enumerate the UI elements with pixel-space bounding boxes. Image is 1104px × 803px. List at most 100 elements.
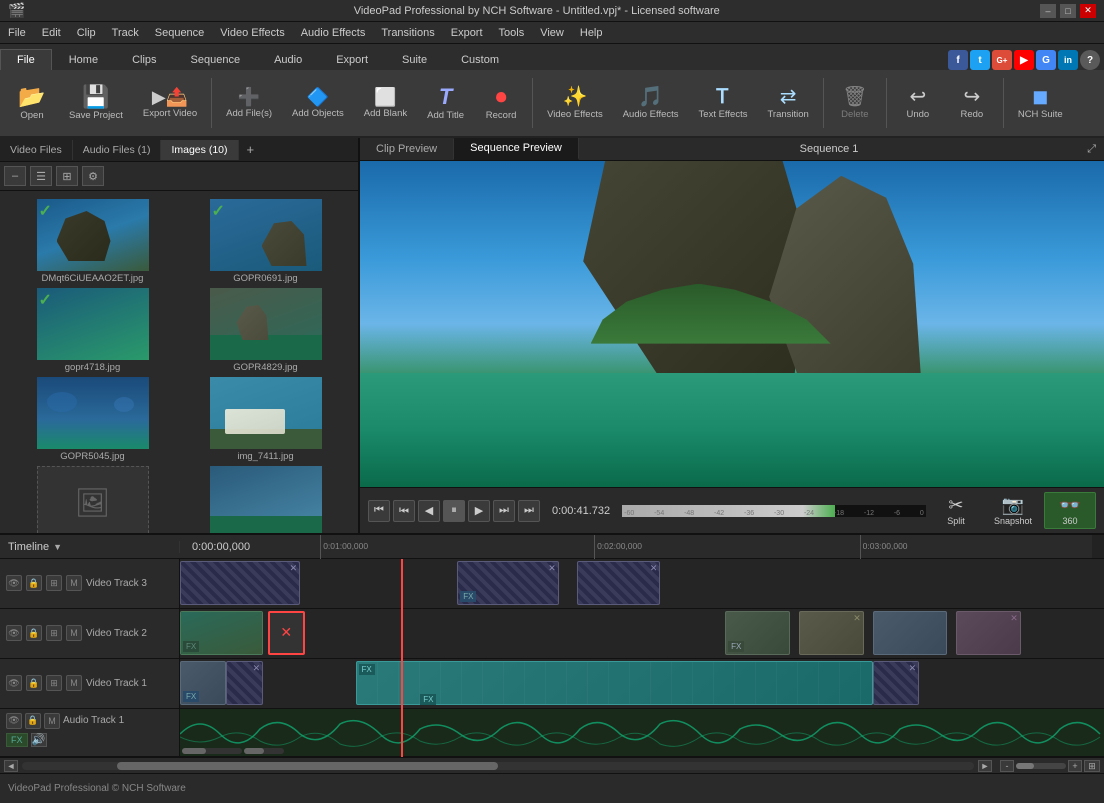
track-lock-button[interactable]: 🔒 bbox=[26, 625, 42, 641]
track-eye-button[interactable]: 👁 bbox=[6, 575, 22, 591]
list-item[interactable]: GOPR5045.jpg bbox=[8, 377, 177, 462]
tab-custom[interactable]: Custom bbox=[444, 49, 516, 70]
thumb-grid-view[interactable]: ⊞ bbox=[56, 166, 78, 186]
maximize-button[interactable]: □ bbox=[1060, 4, 1076, 18]
list-item[interactable] bbox=[181, 466, 350, 533]
menu-item-video-effects[interactable]: Video Effects bbox=[212, 25, 292, 41]
google-icon[interactable]: G bbox=[1036, 50, 1056, 70]
close-button[interactable]: ✕ bbox=[1080, 4, 1096, 18]
balance-slider[interactable] bbox=[244, 748, 284, 754]
track-clip[interactable]: FX bbox=[356, 661, 873, 705]
track-clip[interactable]: FX bbox=[180, 611, 263, 655]
scroll-right-button[interactable]: ► bbox=[978, 760, 992, 772]
goto-start-button[interactable]: ⏮ bbox=[368, 500, 390, 522]
export-video-button[interactable]: ▶📤 Export Video bbox=[134, 73, 206, 133]
list-item[interactable]: 🖼 bbox=[8, 466, 177, 533]
track-clip[interactable]: ✕ bbox=[956, 611, 1021, 655]
minimize-button[interactable]: – bbox=[1040, 4, 1056, 18]
tab-clip-preview[interactable]: Clip Preview bbox=[360, 139, 454, 159]
tab-home[interactable]: Home bbox=[52, 49, 115, 70]
list-item[interactable]: ✓ GOPR0691.jpg bbox=[181, 199, 350, 284]
youtube-icon[interactable]: ▶ bbox=[1014, 50, 1034, 70]
linkedin-icon[interactable]: in bbox=[1058, 50, 1078, 70]
track-mute-button[interactable]: M bbox=[66, 675, 82, 691]
add-tab-button[interactable]: + bbox=[239, 138, 263, 161]
undo-button[interactable]: ↩ Undo bbox=[892, 73, 944, 133]
track-eye-button[interactable]: 👁 bbox=[6, 713, 22, 729]
tab-audio-files[interactable]: Audio Files (1) bbox=[73, 140, 162, 160]
track-3-content[interactable]: ✕ FX ✕ ✕ bbox=[180, 559, 1104, 608]
menu-item-file[interactable]: File bbox=[0, 25, 34, 41]
open-button[interactable]: 📂 Open bbox=[6, 73, 58, 133]
list-item[interactable]: ✓ DMqt6CiUEAAO2ET.jpg bbox=[8, 199, 177, 284]
thumb-list-view[interactable]: ☰ bbox=[30, 166, 52, 186]
zoom-in-button[interactable]: + bbox=[1068, 760, 1082, 772]
audio-waveform-area[interactable] bbox=[180, 709, 1104, 756]
snapshot-button[interactable]: 📷 Snapshot bbox=[986, 493, 1040, 528]
preview-expand-button[interactable]: ⤢ bbox=[1079, 139, 1104, 160]
add-blank-button[interactable]: ⬜ Add Blank bbox=[355, 73, 416, 133]
track-audio-button[interactable]: ⊞ bbox=[46, 675, 62, 691]
zoom-out-button[interactable]: - bbox=[1000, 760, 1014, 772]
progress-bar[interactable]: -60 -54 -48 -42 -36 -30 -24 -18 -12 -6 0 bbox=[622, 505, 926, 517]
track-audio-button[interactable]: M bbox=[44, 713, 60, 729]
list-item[interactable]: ✓ gopr4718.jpg bbox=[8, 288, 177, 373]
tab-audio[interactable]: Audio bbox=[257, 49, 319, 70]
track-clip[interactable]: FX ✕ bbox=[457, 561, 559, 605]
thumb-zoom-out[interactable]: – bbox=[4, 166, 26, 186]
record-button[interactable]: ⏺ Record bbox=[475, 73, 527, 133]
forward-button[interactable]: ▶ bbox=[468, 500, 490, 522]
tab-images[interactable]: Images (10) bbox=[161, 140, 238, 160]
tab-suite[interactable]: Suite bbox=[385, 49, 444, 70]
menu-item-tools[interactable]: Tools bbox=[491, 25, 533, 41]
list-item[interactable]: GOPR4829.jpg bbox=[181, 288, 350, 373]
track-clip[interactable]: ✕ bbox=[268, 611, 305, 655]
tab-file[interactable]: File bbox=[0, 49, 52, 70]
track-clip[interactable]: ✕ bbox=[180, 561, 300, 605]
zoom-slider[interactable] bbox=[1016, 763, 1066, 769]
menu-item-audio-effects[interactable]: Audio Effects bbox=[293, 25, 374, 41]
next-frame-button[interactable]: ⏭ bbox=[493, 500, 515, 522]
add-files-button[interactable]: ➕ Add File(s) bbox=[217, 73, 281, 133]
vr360-button[interactable]: 👓 360 bbox=[1044, 492, 1096, 529]
menu-item-view[interactable]: View bbox=[532, 25, 572, 41]
goto-end-button[interactable]: ⏭ bbox=[518, 500, 540, 522]
googleplus-icon[interactable]: G+ bbox=[992, 50, 1012, 70]
audio-effects-button[interactable]: 🎵 Audio Effects bbox=[614, 73, 688, 133]
track-clip[interactable]: ✕ bbox=[799, 611, 864, 655]
timeline-ruler[interactable]: 0:01:00,000 0:02:00,000 0:03:00,000 bbox=[262, 535, 1092, 559]
track-clip[interactable]: ✕ bbox=[226, 661, 263, 705]
menu-item-sequence[interactable]: Sequence bbox=[147, 25, 213, 41]
list-item[interactable]: img_7411.jpg bbox=[181, 377, 350, 462]
track-1-content[interactable]: FX ✕ FX FX ✕ bbox=[180, 659, 1104, 708]
tab-sequence[interactable]: Sequence bbox=[174, 49, 258, 70]
track-mute-button[interactable]: M bbox=[66, 575, 82, 591]
menu-item-export[interactable]: Export bbox=[443, 25, 491, 41]
nch-suite-button[interactable]: ◼ NCH Suite bbox=[1009, 73, 1072, 133]
video-effects-button[interactable]: ✨ Video Effects bbox=[538, 73, 612, 133]
track-clip[interactable]: FX bbox=[725, 611, 790, 655]
timeline-scrollbar[interactable]: ◄ ► - + ⊞ bbox=[0, 757, 1104, 773]
play-pause-button[interactable]: ⏸ bbox=[443, 500, 465, 522]
audio-fx-button[interactable]: FX bbox=[6, 733, 28, 747]
scroll-left-button[interactable]: ◄ bbox=[4, 760, 18, 772]
save-project-button[interactable]: 💾 Save Project bbox=[60, 73, 132, 133]
track-eye-button[interactable]: 👁 bbox=[6, 625, 22, 641]
track-audio-button[interactable]: ⊞ bbox=[46, 625, 62, 641]
track-2-content[interactable]: FX ✕ FX ✕ ✕ bbox=[180, 609, 1104, 658]
track-lock-button[interactable]: 🔒 bbox=[25, 713, 41, 729]
transition-button[interactable]: ⇄ Transition bbox=[758, 73, 817, 133]
add-objects-button[interactable]: 🔷 Add Objects bbox=[283, 73, 353, 133]
help-icon[interactable]: ? bbox=[1080, 50, 1100, 70]
redo-button[interactable]: ↪ Redo bbox=[946, 73, 998, 133]
horizontal-scrollbar[interactable] bbox=[22, 762, 974, 770]
track-clip[interactable]: ✕ bbox=[873, 661, 919, 705]
rewind-button[interactable]: ◀ bbox=[418, 500, 440, 522]
twitter-icon[interactable]: t bbox=[970, 50, 990, 70]
thumb-settings[interactable]: ⚙ bbox=[82, 166, 104, 186]
fit-view-button[interactable]: ⊞ bbox=[1084, 760, 1100, 772]
track-clip[interactable]: ✕ bbox=[577, 561, 660, 605]
prev-frame-button[interactable]: ⏭ bbox=[393, 500, 415, 522]
track-clip[interactable] bbox=[873, 611, 947, 655]
track-lock-button[interactable]: 🔒 bbox=[26, 675, 42, 691]
